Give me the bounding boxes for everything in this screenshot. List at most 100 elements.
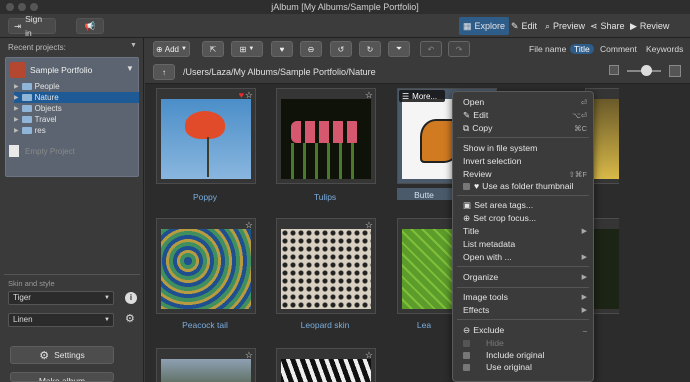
expand-triangle-icon[interactable]: ▶: [14, 83, 19, 90]
tree-item-label: Nature: [34, 93, 59, 102]
sort-title[interactable]: Title: [570, 44, 594, 54]
exclude-button[interactable]: ⊖: [300, 41, 322, 57]
menu-item-use-as-folder-thumbnail[interactable]: ♥ Use as folder thumbnail: [463, 180, 587, 192]
sort-keywords[interactable]: Keywords: [646, 44, 683, 54]
project-menu-chevron-icon[interactable]: ▼: [126, 64, 134, 73]
export-button[interactable]: ⇱: [202, 41, 224, 57]
menu-item-set-area-tags[interactable]: ▣ Set area tags...: [463, 199, 587, 211]
sort-file-name[interactable]: File name: [529, 44, 566, 54]
tree-item-travel[interactable]: ▶ Travel: [14, 114, 57, 125]
make-album-button[interactable]: Make album: [10, 372, 114, 382]
submenu-arrow-icon: ▶: [581, 307, 587, 314]
leopard-image: [281, 229, 371, 309]
new-item-button[interactable]: ⊞ ▼: [231, 41, 263, 57]
new-item-icon: ⊞: [239, 44, 247, 54]
menu-item-review[interactable]: Review ⇧⌘F: [463, 168, 587, 180]
menu-item-open-with[interactable]: Open with ... ▶: [463, 251, 587, 263]
sign-in-icon: ⇥: [14, 21, 22, 31]
tree-item-res[interactable]: ▶ res: [14, 125, 46, 136]
style-select[interactable]: Linen ▼: [8, 313, 114, 327]
thumb-poppy[interactable]: ♥ ☆: [156, 88, 256, 184]
tree-item-nature[interactable]: ▶ Nature: [14, 92, 139, 103]
menu-item-image-tools[interactable]: Image tools ▶: [463, 291, 587, 303]
minus-circle-icon: ⊖: [307, 44, 315, 54]
close-window-icon[interactable]: [6, 3, 14, 11]
tree-item-label: People: [34, 82, 60, 91]
favorite-button[interactable]: ♥: [271, 41, 293, 57]
thumb-caption: Tulips: [313, 192, 337, 202]
redo-button[interactable]: ↷: [448, 41, 470, 57]
menu-item-show-in-file-system[interactable]: Show in file system: [463, 142, 587, 154]
action-bar: ⊕ Add ▼ ⇱ ⊞ ▼ ♥ ⊖ ↺ ↻ ⏷ ↶ ↷ File name Title…: [145, 38, 690, 60]
expand-triangle-icon[interactable]: ▶: [14, 94, 19, 101]
heart-icon: ♥: [474, 181, 480, 191]
tab-review[interactable]: ▶ Review: [626, 17, 673, 35]
sign-in-button[interactable]: ⇥ Sign in: [8, 14, 56, 38]
menu-item-exclude[interactable]: ⊖ Exclude –: [463, 324, 587, 336]
zoom-slider-thumb[interactable]: [641, 65, 652, 76]
skin-select[interactable]: Tiger ▼: [8, 291, 114, 305]
export-icon: ⇱: [209, 44, 217, 54]
thumb-zebra[interactable]: ☆: [276, 348, 376, 382]
sidebar-divider: [4, 274, 140, 275]
menu-item-organize[interactable]: Organize ▶: [463, 271, 587, 283]
chevron-down-icon: ▼: [180, 46, 187, 52]
info-icon[interactable]: i: [125, 292, 137, 304]
add-button[interactable]: ⊕ Add ▼: [153, 41, 190, 57]
menu-item-invert-selection[interactable]: Invert selection: [463, 155, 587, 167]
funnel-icon: ⏷: [395, 44, 403, 53]
tree-item-people[interactable]: ▶ People: [14, 81, 60, 92]
thumb-peacock[interactable]: ☆: [156, 218, 256, 314]
expand-triangle-icon[interactable]: ▶: [14, 116, 19, 123]
tab-share[interactable]: ⋖ Share: [586, 17, 629, 35]
undo-button[interactable]: ↶: [420, 41, 442, 57]
minimize-window-icon[interactable]: [18, 3, 26, 11]
context-menu: Open ⏎ ✎ Edit ⌥⏎ ⧉ Copy ⌘C Show in file syste…: [452, 91, 594, 382]
thumb-leopard[interactable]: ☆: [276, 218, 376, 314]
sign-in-label: Sign in: [25, 14, 43, 38]
settings-button[interactable]: ⚙ Settings: [10, 346, 114, 364]
menu-item-hide[interactable]: Hide: [463, 337, 587, 349]
up-folder-button[interactable]: ↑: [153, 64, 175, 80]
menu-separator: [457, 137, 589, 138]
menu-item-title[interactable]: Title ▶: [463, 225, 587, 237]
filter-button[interactable]: ⏷: [388, 41, 410, 57]
announce-button[interactable]: 📢: [76, 18, 104, 34]
more-button[interactable]: ☰ More...: [399, 90, 445, 102]
project-name[interactable]: Sample Portfolio: [30, 65, 92, 75]
large-thumbnail-icon[interactable]: [669, 65, 681, 77]
empty-project-item[interactable]: Empty Project: [25, 147, 75, 156]
thumb-caption: Peacock tail: [182, 320, 228, 330]
small-thumbnail-icon[interactable]: [609, 65, 619, 75]
rotate-left-button[interactable]: ↺: [330, 41, 352, 57]
gear-icon[interactable]: ⚙: [125, 312, 135, 325]
add-button-label: Add: [164, 44, 179, 54]
menu-item-list-metadata[interactable]: List metadata: [463, 238, 587, 250]
tree-item-objects[interactable]: ▶ Objects: [14, 103, 62, 114]
chevron-down-icon[interactable]: ▼: [130, 42, 137, 49]
menu-item-copy[interactable]: ⧉ Copy ⌘C: [463, 122, 587, 134]
tab-explore[interactable]: ▦ Explore: [459, 17, 510, 35]
share-icon: ⋖: [590, 20, 598, 31]
menu-item-include-original[interactable]: Include original: [463, 349, 587, 361]
chevron-down-icon: ▼: [248, 46, 255, 52]
sort-comment[interactable]: Comment: [600, 44, 637, 54]
tab-edit[interactable]: ✎ Edit: [507, 17, 541, 35]
thumb-tulips[interactable]: ☆: [276, 88, 376, 184]
rotate-right-button[interactable]: ↻: [359, 41, 381, 57]
expand-triangle-icon[interactable]: ▶: [14, 127, 19, 134]
window-title: jAlbum [My Albums/Sample Portfolio]: [271, 2, 419, 12]
menu-item-edit[interactable]: ✎ Edit ⌥⏎: [463, 109, 587, 121]
tree-item-label: Travel: [34, 115, 57, 124]
zoom-window-icon[interactable]: [30, 3, 38, 11]
tab-preview[interactable]: ⌕ Preview: [541, 17, 589, 35]
menu-item-effects[interactable]: Effects ▶: [463, 304, 587, 316]
thumb-landscape[interactable]: ☆: [156, 348, 256, 382]
menu-item-open[interactable]: Open ⏎: [463, 96, 587, 108]
pencil-icon: ✎: [463, 109, 471, 120]
menu-item-use-original[interactable]: Use original: [463, 361, 587, 373]
expand-triangle-icon[interactable]: ▶: [14, 105, 19, 112]
menu-item-set-crop-focus[interactable]: ⊕ Set crop focus...: [463, 212, 587, 224]
menu-separator: [457, 266, 589, 267]
grid-icon: ▦: [463, 20, 472, 31]
